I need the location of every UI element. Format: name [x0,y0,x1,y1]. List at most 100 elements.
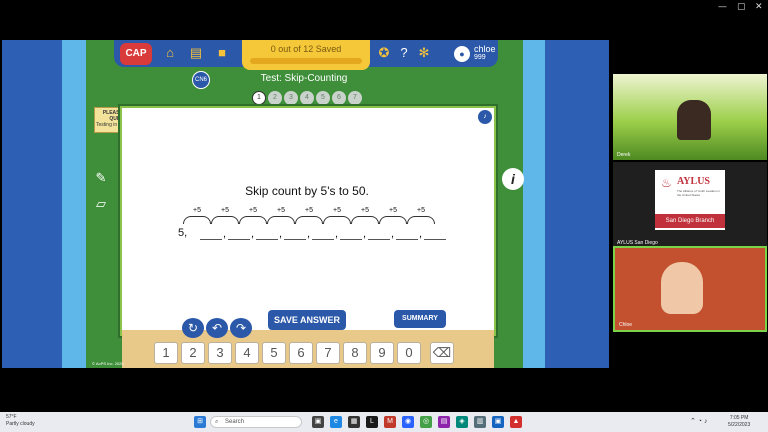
aylus-card: ♨ AYLUS The Alliance of Youth Leaders in… [655,170,725,230]
user-name: chloe [474,44,496,54]
increment-label: +5 [249,207,257,214]
weather-temp: 57°F [6,414,17,420]
answer-blank[interactable] [200,222,222,240]
window-titlebar: — ▢ ✕ [0,0,768,16]
answer-blank[interactable] [424,222,446,240]
backspace-icon[interactable]: ⌫ [430,342,454,364]
help-icon[interactable]: ? [396,45,412,61]
taskbar-clock[interactable]: 7:05 PM 5/22/2023 [728,415,750,429]
question-dot-4[interactable]: 4 [300,91,314,105]
system-tray-icons[interactable]: ⌃ ◔ ♪ [690,417,707,425]
video-tile-derek[interactable]: Derek [613,74,767,160]
keypad-key-2[interactable]: 2 [181,342,205,364]
app-l-icon[interactable]: L [366,416,378,428]
question-dot-7[interactable]: 7 [348,91,362,105]
app-teal-icon[interactable]: ◈ [456,416,468,428]
question-dot-3[interactable]: 3 [284,91,298,105]
keypad-key-5[interactable]: 5 [262,342,286,364]
question-dot-1[interactable]: 1 [252,91,266,105]
edge-icon[interactable]: e [330,416,342,428]
participant-name: Derek [617,152,631,158]
weather-widget[interactable]: 57°F Partly cloudy [6,414,35,428]
aylus-branch: San Diego Branch [655,214,725,228]
store-icon[interactable]: ▦ [348,416,360,428]
app-purple-icon[interactable]: ▤ [438,416,450,428]
settings-gear-icon[interactable]: ✻ [416,45,432,61]
maximize-button[interactable]: ▢ [737,2,746,12]
reset-button[interactable]: ↻ [182,318,204,338]
participant-silhouette [677,100,711,140]
answer-blank[interactable] [340,222,362,240]
jump-arc [351,216,379,224]
first-value: 5, [178,227,188,239]
keypad-key-6[interactable]: 6 [289,342,313,364]
jump-arc [379,216,407,224]
keypad-key-1[interactable]: 1 [154,342,178,364]
app-logo[interactable]: CAP [120,43,152,65]
user-avatar-icon: ● [454,46,470,62]
close-button[interactable]: ✕ [755,2,763,12]
speaker-icon[interactable]: ♪ [478,110,492,124]
pencil-icon[interactable]: ✎ [90,170,112,192]
home-icon[interactable]: ⌂ [162,45,178,61]
question-dot-6[interactable]: 6 [332,91,346,105]
chrome-icon[interactable]: ◎ [420,416,432,428]
comma-separator: , [419,228,423,240]
app-red-icon[interactable]: ▲ [510,416,522,428]
award-icon[interactable]: ✪ [376,45,392,61]
user-badge[interactable]: ● chloe 999 [454,43,510,65]
book-icon[interactable]: ▤ [188,45,204,61]
app-blue-icon[interactable]: ▣ [492,416,504,428]
comma-separator: , [363,228,367,240]
search-placeholder: Search [225,419,245,425]
increment-label: +5 [305,207,313,214]
file-explorer-icon[interactable]: ▣ [312,416,324,428]
app-grey-icon[interactable]: ▥ [474,416,486,428]
increment-label: +5 [221,207,229,214]
aylus-title: AYLUS [677,176,710,187]
minimize-button[interactable]: — [718,2,727,12]
keypad-key-8[interactable]: 8 [343,342,367,364]
keypad-key-0[interactable]: 0 [397,342,421,364]
summary-button[interactable]: SUMMARY [394,310,446,328]
start-windows-icon[interactable]: ⊞ [194,416,206,428]
undo-button[interactable]: ↶ [206,318,228,338]
comma-separator: , [223,228,227,240]
video-tile-aylus[interactable]: ♨ AYLUS The Alliance of Youth Leaders in… [613,162,767,248]
jump-arc [323,216,351,224]
aylus-subtitle: The Alliance of Youth Leaders in the Uni… [677,189,720,197]
video-tile-chloe[interactable]: Chloe [613,246,767,332]
answer-blank[interactable] [396,222,418,240]
keypad-key-7[interactable]: 7 [316,342,340,364]
answer-blank[interactable] [256,222,278,240]
save-answer-button[interactable]: SAVE ANSWER [268,310,346,330]
zoom-icon[interactable]: ◉ [402,416,414,428]
user-coins: 999 [474,54,486,61]
info-icon[interactable]: i [502,168,524,190]
right-stripe [523,40,545,368]
question-dot-2[interactable]: 2 [268,91,282,105]
comma-separator: , [307,228,311,240]
clock-time: 7:05 PM [729,415,749,421]
redo-button[interactable]: ↷ [230,318,252,338]
answer-blank[interactable] [312,222,334,240]
question-dot-5[interactable]: 5 [316,91,330,105]
test-title: Test: Skip-Counting [260,73,348,84]
answer-blank[interactable] [228,222,250,240]
answer-blank[interactable] [368,222,390,240]
mcafee-icon[interactable]: M [384,416,396,428]
keypad-key-3[interactable]: 3 [208,342,232,364]
keypad-key-4[interactable]: 4 [235,342,259,364]
torch-logo-icon: ♨ [661,176,672,190]
participant-name: Chloe [619,322,633,328]
increment-label: +5 [417,207,425,214]
answer-blank[interactable] [284,222,306,240]
camera-icon[interactable]: ■ [214,45,230,61]
eraser-icon[interactable]: ▱ [90,196,112,218]
increment-label: +5 [361,207,369,214]
keypad-key-9[interactable]: 9 [370,342,394,364]
increment-label: +5 [333,207,341,214]
increment-label: +5 [389,207,397,214]
right-border [523,40,609,368]
taskbar-search[interactable]: ⌕ Search [210,416,302,428]
